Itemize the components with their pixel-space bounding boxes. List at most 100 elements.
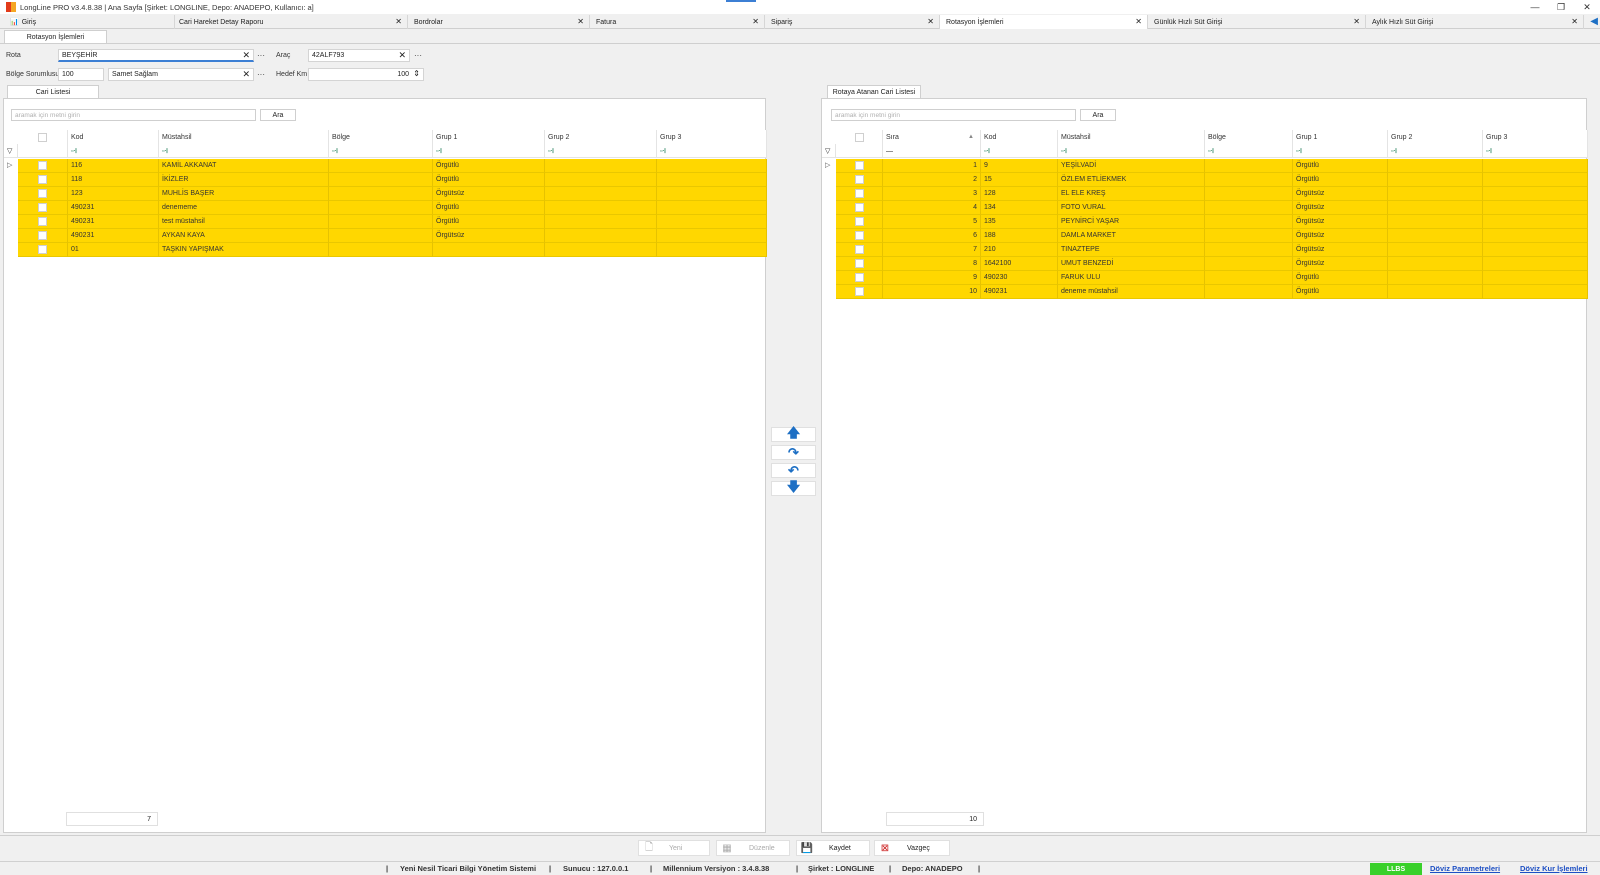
tab-scroll-icon[interactable]: ◀ xyxy=(1590,16,1598,27)
table-row[interactable]: 7 210 TINAZTEPE Örgütsüz xyxy=(836,243,1588,257)
tab-close-icon[interactable]: ✕ xyxy=(577,17,584,26)
row-checkbox[interactable] xyxy=(38,189,47,198)
doviz-kur-link[interactable]: Döviz Kur İşlemleri xyxy=(1520,864,1588,873)
assign-button[interactable]: ↷ xyxy=(771,445,816,460)
table-row[interactable]: 10 490231 deneme müstahsil Örgütlü xyxy=(836,285,1588,299)
col-grup2[interactable]: Grup 2 xyxy=(545,130,657,144)
spinner-icon[interactable]: ⇕ xyxy=(413,69,420,78)
row-checkbox[interactable] xyxy=(854,161,864,170)
unassign-button[interactable]: ↶ xyxy=(771,463,816,478)
row-checkbox-cell[interactable] xyxy=(836,257,883,271)
filter-kod-icon[interactable]: ▫꜊ xyxy=(68,144,159,158)
clear-icon[interactable]: ✕ xyxy=(242,50,250,61)
row-checkbox-cell[interactable] xyxy=(18,229,68,243)
row-checkbox-cell[interactable] xyxy=(18,159,68,173)
row-checkbox-cell[interactable] xyxy=(836,215,883,229)
filter-bolge-icon[interactable]: ▫꜊ xyxy=(1205,144,1293,158)
arac-ellipsis-button[interactable]: ··· xyxy=(414,51,422,60)
filter-grup3-icon[interactable]: ▫꜊ xyxy=(657,144,767,158)
table-row[interactable]: 118 İKİZLER Örgütlü xyxy=(18,173,767,187)
row-checkbox[interactable] xyxy=(854,245,864,254)
tab-close-icon[interactable]: ✕ xyxy=(1571,17,1578,26)
left-search-button[interactable]: Ara xyxy=(260,109,296,121)
row-checkbox[interactable] xyxy=(854,231,864,240)
doviz-parametreleri-link[interactable]: Döviz Parametreleri xyxy=(1430,864,1500,873)
table-row[interactable]: 6 188 DAMLA MARKET Örgütsüz xyxy=(836,229,1588,243)
col-grup3[interactable]: Grup 3 xyxy=(657,130,767,144)
table-row[interactable]: 9 490230 FARUK ULU Örgütlü xyxy=(836,271,1588,285)
row-checkbox[interactable] xyxy=(38,245,47,254)
row-checkbox-cell[interactable] xyxy=(836,187,883,201)
tab-bordrolar[interactable]: Bordrolar ✕ xyxy=(408,15,590,29)
col-grup1[interactable]: Grup 1 xyxy=(433,130,545,144)
select-all-checkbox[interactable] xyxy=(854,132,864,142)
row-checkbox[interactable] xyxy=(38,175,47,184)
col-grup1[interactable]: Grup 1 xyxy=(1293,130,1388,144)
col-grup3[interactable]: Grup 3 xyxy=(1483,130,1588,144)
col-sira[interactable]: Sıra ▲ xyxy=(883,130,981,144)
row-checkbox[interactable] xyxy=(854,175,864,184)
filter-bolge-icon[interactable]: ▫꜊ xyxy=(329,144,433,158)
filter-sira[interactable]: — xyxy=(883,144,981,158)
bolge-code-input[interactable]: 100 xyxy=(58,68,104,81)
tab-cari-hareket[interactable]: Cari Hareket Detay Raporu ✕ xyxy=(175,15,408,29)
col-bolge[interactable]: Bölge xyxy=(329,130,433,144)
filter-mustahsil-icon[interactable]: ▫꜊ xyxy=(1058,144,1205,158)
cancel-button[interactable]: ⊠ Vazgeç xyxy=(874,840,950,856)
row-checkbox[interactable] xyxy=(854,259,864,268)
filter-grup1-icon[interactable]: ▫꜊ xyxy=(1293,144,1388,158)
left-search-input[interactable] xyxy=(11,109,256,121)
table-row[interactable]: 116 KAMİL AKKANAT Örgütlü xyxy=(18,159,767,173)
col-grup2[interactable]: Grup 2 xyxy=(1388,130,1483,144)
table-row[interactable]: 4 134 FOTO VURAL Örgütsüz xyxy=(836,201,1588,215)
row-checkbox[interactable] xyxy=(38,231,47,240)
filter-icon[interactable]: ▽ xyxy=(4,144,18,158)
bolge-name-input[interactable]: Samet Sağlam ✕ xyxy=(108,68,254,81)
clear-icon[interactable]: ✕ xyxy=(398,50,406,61)
select-all-checkbox-cell[interactable] xyxy=(836,130,883,144)
table-row[interactable]: 490231 AYKAN KAYA Örgütsüz xyxy=(18,229,767,243)
tab-siparis[interactable]: Sipariş ✕ xyxy=(765,15,940,29)
filter-grup2-icon[interactable]: ▫꜊ xyxy=(1388,144,1483,158)
table-row[interactable]: 2 15 ÖZLEM ETLİEKMEK Örgütlü xyxy=(836,173,1588,187)
row-checkbox-cell[interactable] xyxy=(836,173,883,187)
row-checkbox-cell[interactable] xyxy=(18,187,68,201)
row-checkbox[interactable] xyxy=(38,203,47,212)
filter-mustahsil-icon[interactable]: ▫꜊ xyxy=(159,144,329,158)
row-checkbox-cell[interactable] xyxy=(836,243,883,257)
save-button[interactable]: 💾 Kaydet xyxy=(796,840,870,856)
row-checkbox[interactable] xyxy=(854,189,864,198)
tab-close-icon[interactable]: ✕ xyxy=(395,17,402,26)
table-row[interactable]: 490231 denememe Örgütlü xyxy=(18,201,767,215)
tab-cari-listesi[interactable]: Cari Listesi xyxy=(7,85,99,98)
minimize-button[interactable]: — xyxy=(1522,0,1548,14)
col-mustahsil[interactable]: Müstahsil xyxy=(1058,130,1205,144)
move-down-button[interactable]: 🡇 xyxy=(771,479,816,496)
table-row[interactable]: 3 128 EL ELE KREŞ Örgütsüz xyxy=(836,187,1588,201)
rota-input[interactable]: BEYŞEHİR ✕ xyxy=(58,49,254,62)
filter-kod-icon[interactable]: ▫꜊ xyxy=(981,144,1058,158)
row-checkbox[interactable] xyxy=(38,161,47,170)
row-checkbox-cell[interactable] xyxy=(18,215,68,229)
row-checkbox[interactable] xyxy=(854,273,864,282)
filter-grup2-icon[interactable]: ▫꜊ xyxy=(545,144,657,158)
row-checkbox-cell[interactable] xyxy=(836,159,883,173)
table-row[interactable]: 490231 test müstahsil Örgütlü xyxy=(18,215,767,229)
new-button[interactable]: 🗋 Yeni xyxy=(638,840,710,856)
table-row[interactable]: 123 MUHLİS BAŞER Örgütsüz xyxy=(18,187,767,201)
select-all-checkbox[interactable] xyxy=(38,132,47,142)
tab-close-icon[interactable]: ✕ xyxy=(1353,17,1360,26)
tab-close-icon[interactable]: ✕ xyxy=(1135,17,1142,26)
edit-button[interactable]: ▦ Düzenle xyxy=(716,840,790,856)
clear-icon[interactable]: ✕ xyxy=(242,69,250,80)
row-checkbox-cell[interactable] xyxy=(18,243,68,257)
row-checkbox-cell[interactable] xyxy=(836,271,883,285)
tab-fatura[interactable]: Fatura ✕ xyxy=(590,15,765,29)
arac-input[interactable]: 42ALF793 ✕ xyxy=(308,49,410,62)
filter-icon[interactable]: ▽ xyxy=(822,144,836,158)
table-row[interactable]: 01 TAŞKIN YAPIŞMAK xyxy=(18,243,767,257)
restore-button[interactable]: ❐ xyxy=(1548,0,1574,14)
row-checkbox-cell[interactable] xyxy=(836,201,883,215)
row-checkbox-cell[interactable] xyxy=(18,201,68,215)
filter-grup3-icon[interactable]: ▫꜊ xyxy=(1483,144,1588,158)
